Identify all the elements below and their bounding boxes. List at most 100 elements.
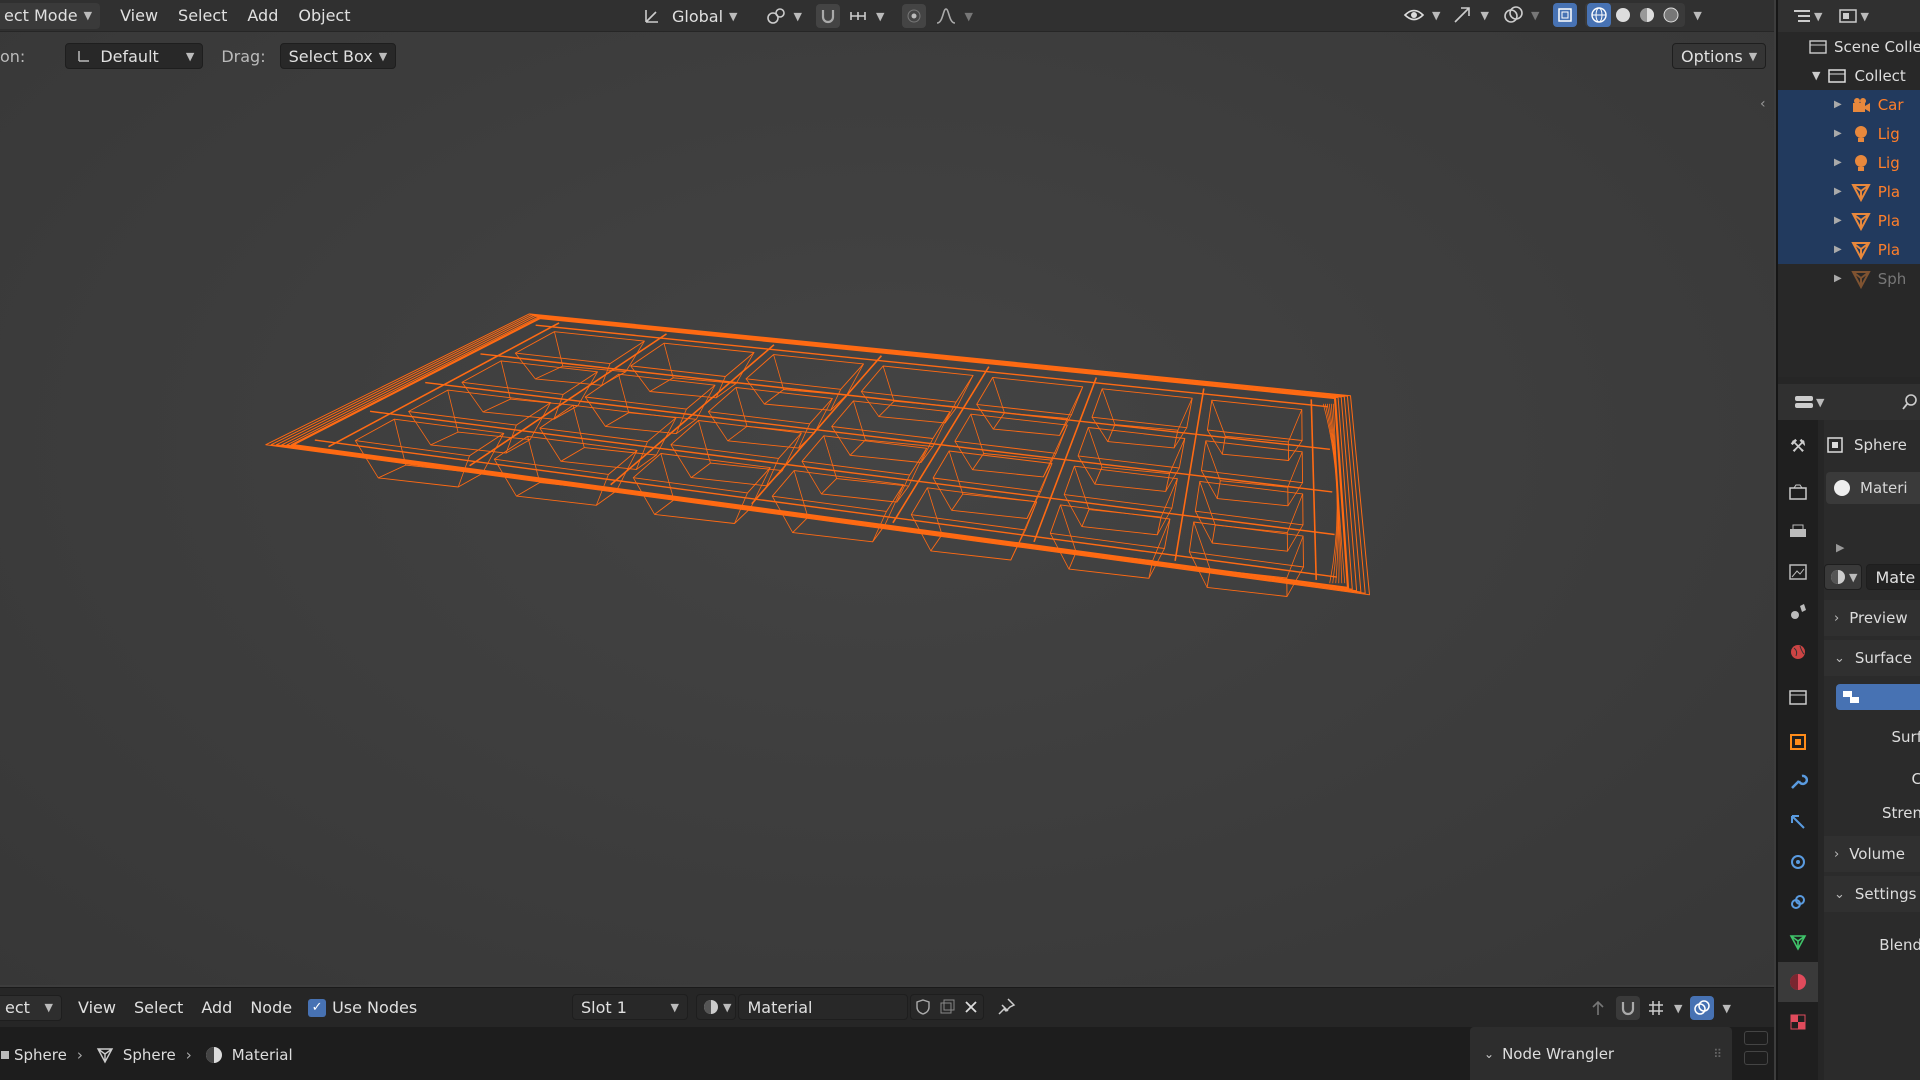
menu-select[interactable]: Select [170,3,235,29]
tab-world[interactable] [1778,632,1818,672]
preview-panel-header[interactable]: › Preview [1824,600,1920,636]
gizmo-icon[interactable] [1450,3,1474,27]
orientation-dropdown[interactable]: Default ▼ [65,43,204,69]
fake-user-shield-icon[interactable] [911,995,935,1019]
tab-render[interactable] [1778,472,1818,512]
chevron-down-icon[interactable]: ▼ [1480,9,1488,22]
chevron-down-icon[interactable]: ▼ [876,10,884,23]
node-menu-view[interactable]: View [70,995,124,1021]
disclosure-right-icon[interactable]: ▶ [1834,128,1842,139]
display-mode-icon[interactable] [1836,4,1860,28]
solid-shading-icon[interactable] [1611,3,1635,27]
chevron-down-icon[interactable]: ▼ [794,10,802,23]
node-editor-canvas[interactable]: Sphere › Sphere › Material ⌄ Node Wrangl… [0,1027,1774,1080]
outliner-item[interactable]: ▶ Lig [1778,148,1920,177]
region-tab[interactable] [1744,1051,1768,1065]
disclosure-right-icon[interactable]: ▶ [1834,186,1842,197]
parent-node-tree-icon[interactable] [1586,996,1610,1020]
use-nodes-button[interactable] [1836,684,1920,710]
sidebar-toggle-icon[interactable]: ‹ [1760,96,1766,112]
volume-panel-header[interactable]: › Volume [1824,836,1920,872]
proportional-editing-icon[interactable] [902,4,927,28]
browse-material-button[interactable]: ▼ [696,994,737,1020]
tab-view-layer[interactable] [1778,552,1818,592]
material-name-field[interactable]: Material [738,994,909,1020]
chevron-down-icon[interactable]: ▼ [1531,9,1539,22]
disclosure-right-icon[interactable]: ▶ [1834,273,1842,284]
search-icon[interactable] [1898,390,1920,414]
node-menu-node[interactable]: Node [242,995,300,1021]
outliner-item[interactable]: ▶ Pla [1778,206,1920,235]
settings-panel-header[interactable]: ⌄ Settings [1824,876,1920,912]
node-menu-select[interactable]: Select [126,995,191,1021]
chevron-down-icon[interactable]: ▼ [1860,10,1868,23]
wireframe-shading-icon[interactable] [1587,3,1612,27]
node-wrangler-panel[interactable]: ⌄ Node Wrangler ⠿ [1470,1027,1732,1080]
menu-view[interactable]: View [112,3,166,29]
chevron-down-icon[interactable]: ▼ [1814,10,1822,23]
snap-magnet-icon[interactable] [815,4,840,28]
snap-increment-icon[interactable] [846,4,870,28]
tab-particles[interactable] [1778,802,1818,842]
chevron-down-icon[interactable]: ▼ [1722,1002,1730,1015]
expand-slot-icon[interactable]: ▶ [1824,504,1920,554]
disclosure-right-icon[interactable]: ▶ [1834,157,1842,168]
disclosure-right-icon[interactable]: ▶ [1834,244,1842,255]
outliner-scene-collection[interactable]: Scene Colle [1778,32,1920,61]
properties-editor-type-icon[interactable] [1792,390,1816,414]
tab-modifiers[interactable] [1778,762,1818,802]
tab-texture[interactable] [1778,1002,1818,1042]
menu-object[interactable]: Object [290,3,358,29]
3d-viewport[interactable] [0,0,1774,985]
pin-icon[interactable] [994,995,1018,1019]
wireframe-tray[interactable] [0,0,1774,985]
tab-collection[interactable] [1778,672,1818,722]
transform-orientation-dropdown[interactable]: Global ▼ [664,3,746,29]
tab-object[interactable] [1778,722,1818,762]
unlink-material-icon[interactable] [959,995,983,1019]
outliner-item[interactable]: ▶ Pla [1778,235,1920,264]
node-editor-mode[interactable]: ect ▼ [0,994,62,1021]
chevron-down-icon[interactable]: ▼ [1693,9,1701,22]
disclosure-right-icon[interactable]: ▶ [1834,99,1842,110]
surface-panel-header[interactable]: ⌄ Surface [1824,640,1920,676]
drag-handle-icon[interactable]: ⠿ [1713,1047,1722,1061]
tab-physics[interactable] [1778,842,1818,882]
disclosure-right-icon[interactable]: ▶ [1834,215,1842,226]
material-name-field[interactable]: Mate [1866,564,1920,590]
tab-scene[interactable] [1778,592,1818,632]
xray-toggle-icon[interactable] [1553,3,1578,27]
node-snap-icon[interactable] [1616,996,1640,1020]
outliner-item[interactable]: ▶ Lig [1778,119,1920,148]
node-menu-add[interactable]: Add [193,995,240,1021]
chevron-down-icon[interactable]: ▼ [1816,396,1824,409]
outliner-editor-type-icon[interactable] [1790,4,1814,28]
falloff-curve-icon[interactable] [934,4,958,28]
tab-tool[interactable]: ⚒ [1778,420,1818,472]
chevron-down-icon[interactable]: ▼ [1432,9,1440,22]
tab-data[interactable] [1778,922,1818,962]
outliner-item[interactable]: ▶ Car [1778,90,1920,119]
rendered-shading-icon[interactable] [1659,3,1683,27]
visibility-eye-icon[interactable] [1402,3,1426,27]
pivot-icon[interactable] [764,4,788,28]
region-tab[interactable] [1744,1031,1768,1045]
chevron-down-icon[interactable]: ▼ [964,10,972,23]
outliner-item[interactable]: ▶ Sph [1778,264,1920,293]
chevron-down-icon[interactable]: ▼ [1674,1002,1682,1015]
material-preview-icon[interactable] [1635,3,1659,27]
outliner-item[interactable]: ▶ Pla [1778,177,1920,206]
mode-selector[interactable]: ect Mode ▼ [0,2,101,29]
use-nodes-checkbox[interactable]: ✓ Use Nodes [308,998,417,1017]
node-snap-grid-icon[interactable] [1644,996,1668,1020]
slot-dropdown[interactable]: Slot 1 ▼ [572,994,688,1020]
options-dropdown[interactable]: Options ▼ [1672,43,1767,69]
duplicate-material-icon[interactable] [935,995,959,1019]
tab-output[interactable] [1778,512,1818,552]
drag-dropdown[interactable]: Select Box ▼ [279,43,397,69]
menu-add[interactable]: Add [239,3,286,29]
outliner-collection[interactable]: ▼ Collect [1778,61,1920,90]
overlays-icon[interactable] [1501,3,1525,27]
browse-material-button[interactable]: ▼ [1824,564,1863,590]
node-overlays-icon[interactable] [1690,996,1715,1020]
